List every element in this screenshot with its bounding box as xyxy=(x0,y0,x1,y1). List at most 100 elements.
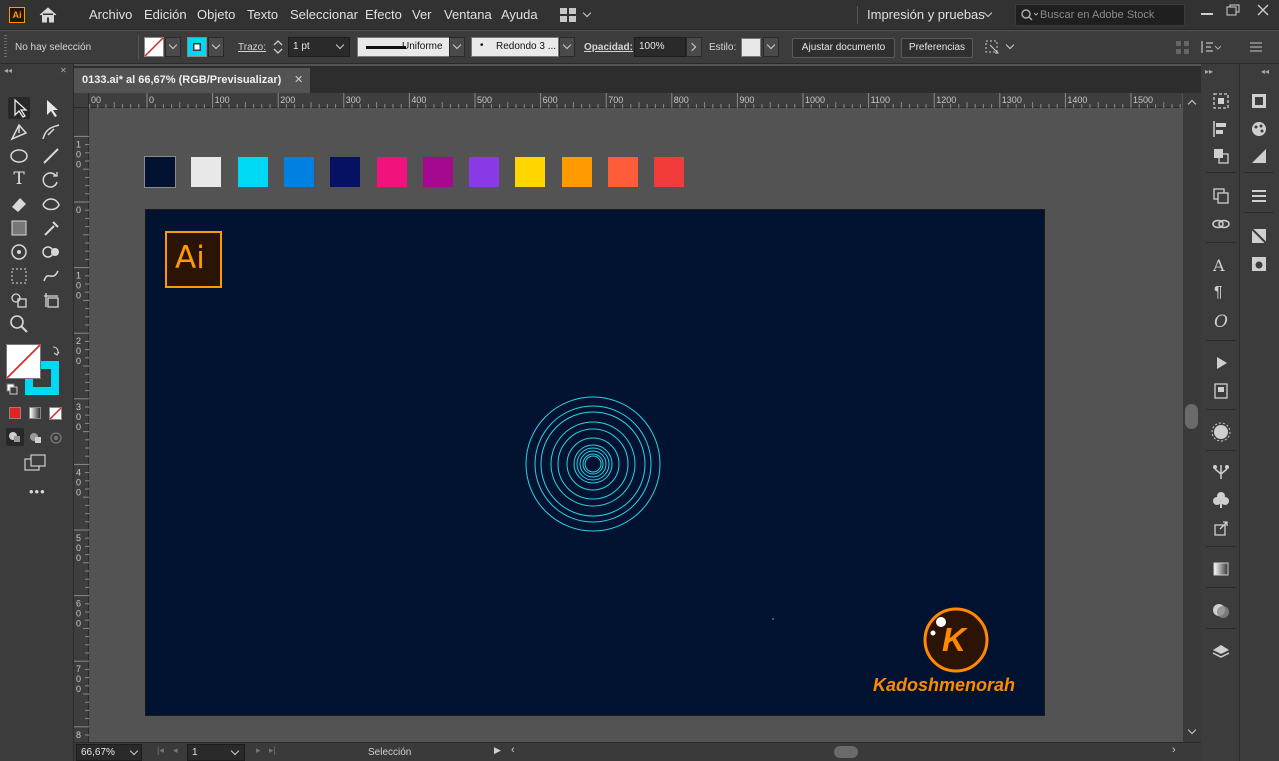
artboard[interactable]: Ai K Kadoshmenorah xyxy=(145,209,1045,716)
screen-mode-icon[interactable] xyxy=(24,454,48,472)
image-trace-panel-icon[interactable] xyxy=(1249,254,1269,274)
menu-ventana[interactable]: Ventana xyxy=(444,7,492,22)
scroll-right-icon[interactable]: › xyxy=(1172,744,1176,756)
brush-select[interactable]: • Redondo 3 ... xyxy=(471,37,559,57)
menu-seleccionar[interactable]: Seleccionar xyxy=(290,7,358,22)
align-icon[interactable] xyxy=(1176,41,1190,55)
color-swatch[interactable] xyxy=(469,157,500,187)
symbol-sprayer-tool[interactable] xyxy=(8,241,30,263)
transform-panel-icon[interactable] xyxy=(1211,91,1231,111)
artboard-tool[interactable] xyxy=(40,289,62,311)
links-panel-icon[interactable] xyxy=(1211,214,1231,234)
stroke-weight-field[interactable]: 1 pt xyxy=(288,37,350,57)
color-swatch[interactable] xyxy=(191,157,222,187)
color-swatch[interactable] xyxy=(330,157,361,187)
type-tool[interactable]: T xyxy=(8,169,30,191)
puppet-warp-tool[interactable] xyxy=(40,265,62,287)
brush-dropdown[interactable] xyxy=(559,37,575,57)
curvature-tool[interactable] xyxy=(40,121,62,143)
style-dropdown[interactable] xyxy=(763,37,779,57)
align-panel-icon[interactable] xyxy=(1211,119,1231,139)
chevron-down-icon[interactable] xyxy=(1005,40,1015,50)
swatches-panel-icon[interactable] xyxy=(1249,119,1269,139)
color-swatch[interactable] xyxy=(654,157,685,187)
zoom-tool[interactable] xyxy=(8,313,30,335)
panel-options-icon[interactable] xyxy=(1201,40,1221,54)
gradient-tool[interactable] xyxy=(8,217,30,239)
layers-panel-icon[interactable] xyxy=(1211,642,1231,662)
stroke-panel-icon[interactable] xyxy=(1249,186,1269,206)
character-panel-icon[interactable]: A xyxy=(1213,256,1233,276)
vertical-scrollbar[interactable] xyxy=(1183,93,1201,742)
horizontal-scroll-thumb[interactable] xyxy=(834,746,858,758)
vertical-scroll-thumb[interactable] xyxy=(1185,404,1198,429)
transparency-panel-icon[interactable] xyxy=(1211,601,1231,621)
scroll-down-icon[interactable] xyxy=(1187,725,1197,735)
stock-search-field[interactable] xyxy=(1015,4,1185,26)
fill-stroke-widget[interactable] xyxy=(6,344,62,398)
paragraph-panel-icon[interactable]: ¶ xyxy=(1214,284,1234,304)
first-artboard-icon[interactable]: |◂ xyxy=(157,745,164,756)
workspace-switcher[interactable]: Impresión y pruebas xyxy=(867,7,985,22)
rotate-tool[interactable] xyxy=(40,169,62,191)
ellipse-tool[interactable] xyxy=(8,145,30,167)
menu-ver[interactable]: Ver xyxy=(412,7,432,22)
next-artboard-icon[interactable]: ▸ xyxy=(256,745,261,756)
scroll-up-icon[interactable] xyxy=(1187,99,1197,109)
pathfinder-panel-icon[interactable] xyxy=(1211,146,1231,166)
restore-icon[interactable] xyxy=(1226,4,1240,16)
chevron-down-icon[interactable] xyxy=(582,8,592,18)
asset-export-panel-icon[interactable] xyxy=(1211,518,1231,538)
stroke-dropdown[interactable] xyxy=(208,37,224,57)
color-swatch[interactable] xyxy=(422,157,453,187)
brushes-panel-icon[interactable] xyxy=(1249,146,1269,166)
collapse-dock-icon[interactable]: ▸▸ xyxy=(1205,67,1213,76)
opacity-dropdown[interactable] xyxy=(686,37,702,57)
selection-tool[interactable] xyxy=(8,97,30,119)
menu-archivo[interactable]: Archivo xyxy=(89,7,132,22)
color-swatch[interactable] xyxy=(376,157,407,187)
preferences-button[interactable]: Preferencias xyxy=(901,38,973,58)
close-tab-icon[interactable]: ✕ xyxy=(294,68,303,92)
artboard-number-field[interactable]: 1 xyxy=(187,744,245,761)
document-tab[interactable]: 0133.ai* al 66,67% (RGB/Previsualizar) ✕ xyxy=(74,68,310,93)
gradient-panel-icon[interactable] xyxy=(1211,559,1231,579)
zoom-field[interactable]: 66,67% xyxy=(76,744,142,761)
opacity-field[interactable]: 100% xyxy=(634,37,686,57)
symbols-panel-icon[interactable] xyxy=(1211,490,1231,510)
color-swatch[interactable] xyxy=(283,157,314,187)
appearance-panel-icon[interactable] xyxy=(1211,422,1231,442)
direct-selection-tool[interactable] xyxy=(40,97,62,119)
collapse-dock-icon-2[interactable]: ◂◂ xyxy=(1261,67,1269,76)
eyedropper-tool[interactable] xyxy=(40,217,62,239)
home-icon[interactable] xyxy=(39,7,57,23)
status-menu-icon[interactable]: ▶ xyxy=(494,745,501,756)
fit-document-button[interactable]: Ajustar documento xyxy=(792,38,895,58)
blend-tool[interactable] xyxy=(40,241,62,263)
search-input[interactable] xyxy=(1040,8,1180,22)
menu-icon[interactable] xyxy=(1249,41,1263,53)
menu-texto[interactable]: Texto xyxy=(247,7,278,22)
color-swatch[interactable] xyxy=(561,157,592,187)
draw-behind-mode[interactable] xyxy=(28,430,44,446)
menu-efecto[interactable]: Efecto xyxy=(365,7,402,22)
scroll-left-icon[interactable]: ‹ xyxy=(511,744,515,756)
artboards-panel-icon[interactable] xyxy=(1211,186,1231,206)
opentype-panel-icon[interactable]: O xyxy=(1214,312,1234,332)
shape-builder-tool[interactable] xyxy=(8,289,30,311)
close-toolbar-icon[interactable]: ✕ xyxy=(60,66,67,75)
previous-artboard-icon[interactable]: ◂ xyxy=(173,745,178,756)
stroke-weight-stepper[interactable] xyxy=(272,38,284,56)
chevron-down-icon[interactable] xyxy=(983,8,993,18)
ruler-origin[interactable] xyxy=(74,93,89,108)
color-swatch[interactable] xyxy=(144,156,176,188)
document-info-panel-icon[interactable] xyxy=(1211,381,1231,401)
fill-dropdown[interactable] xyxy=(165,37,181,57)
transform-icon[interactable] xyxy=(983,38,1001,56)
arrange-documents-icon[interactable] xyxy=(560,8,576,22)
graphic-styles-panel-icon[interactable] xyxy=(1249,226,1269,246)
last-artboard-icon[interactable]: ▸| xyxy=(269,745,276,756)
fill-none-swatch[interactable] xyxy=(144,37,164,57)
actions-panel-icon[interactable] xyxy=(1211,353,1231,373)
color-panel-icon[interactable] xyxy=(1249,91,1269,111)
